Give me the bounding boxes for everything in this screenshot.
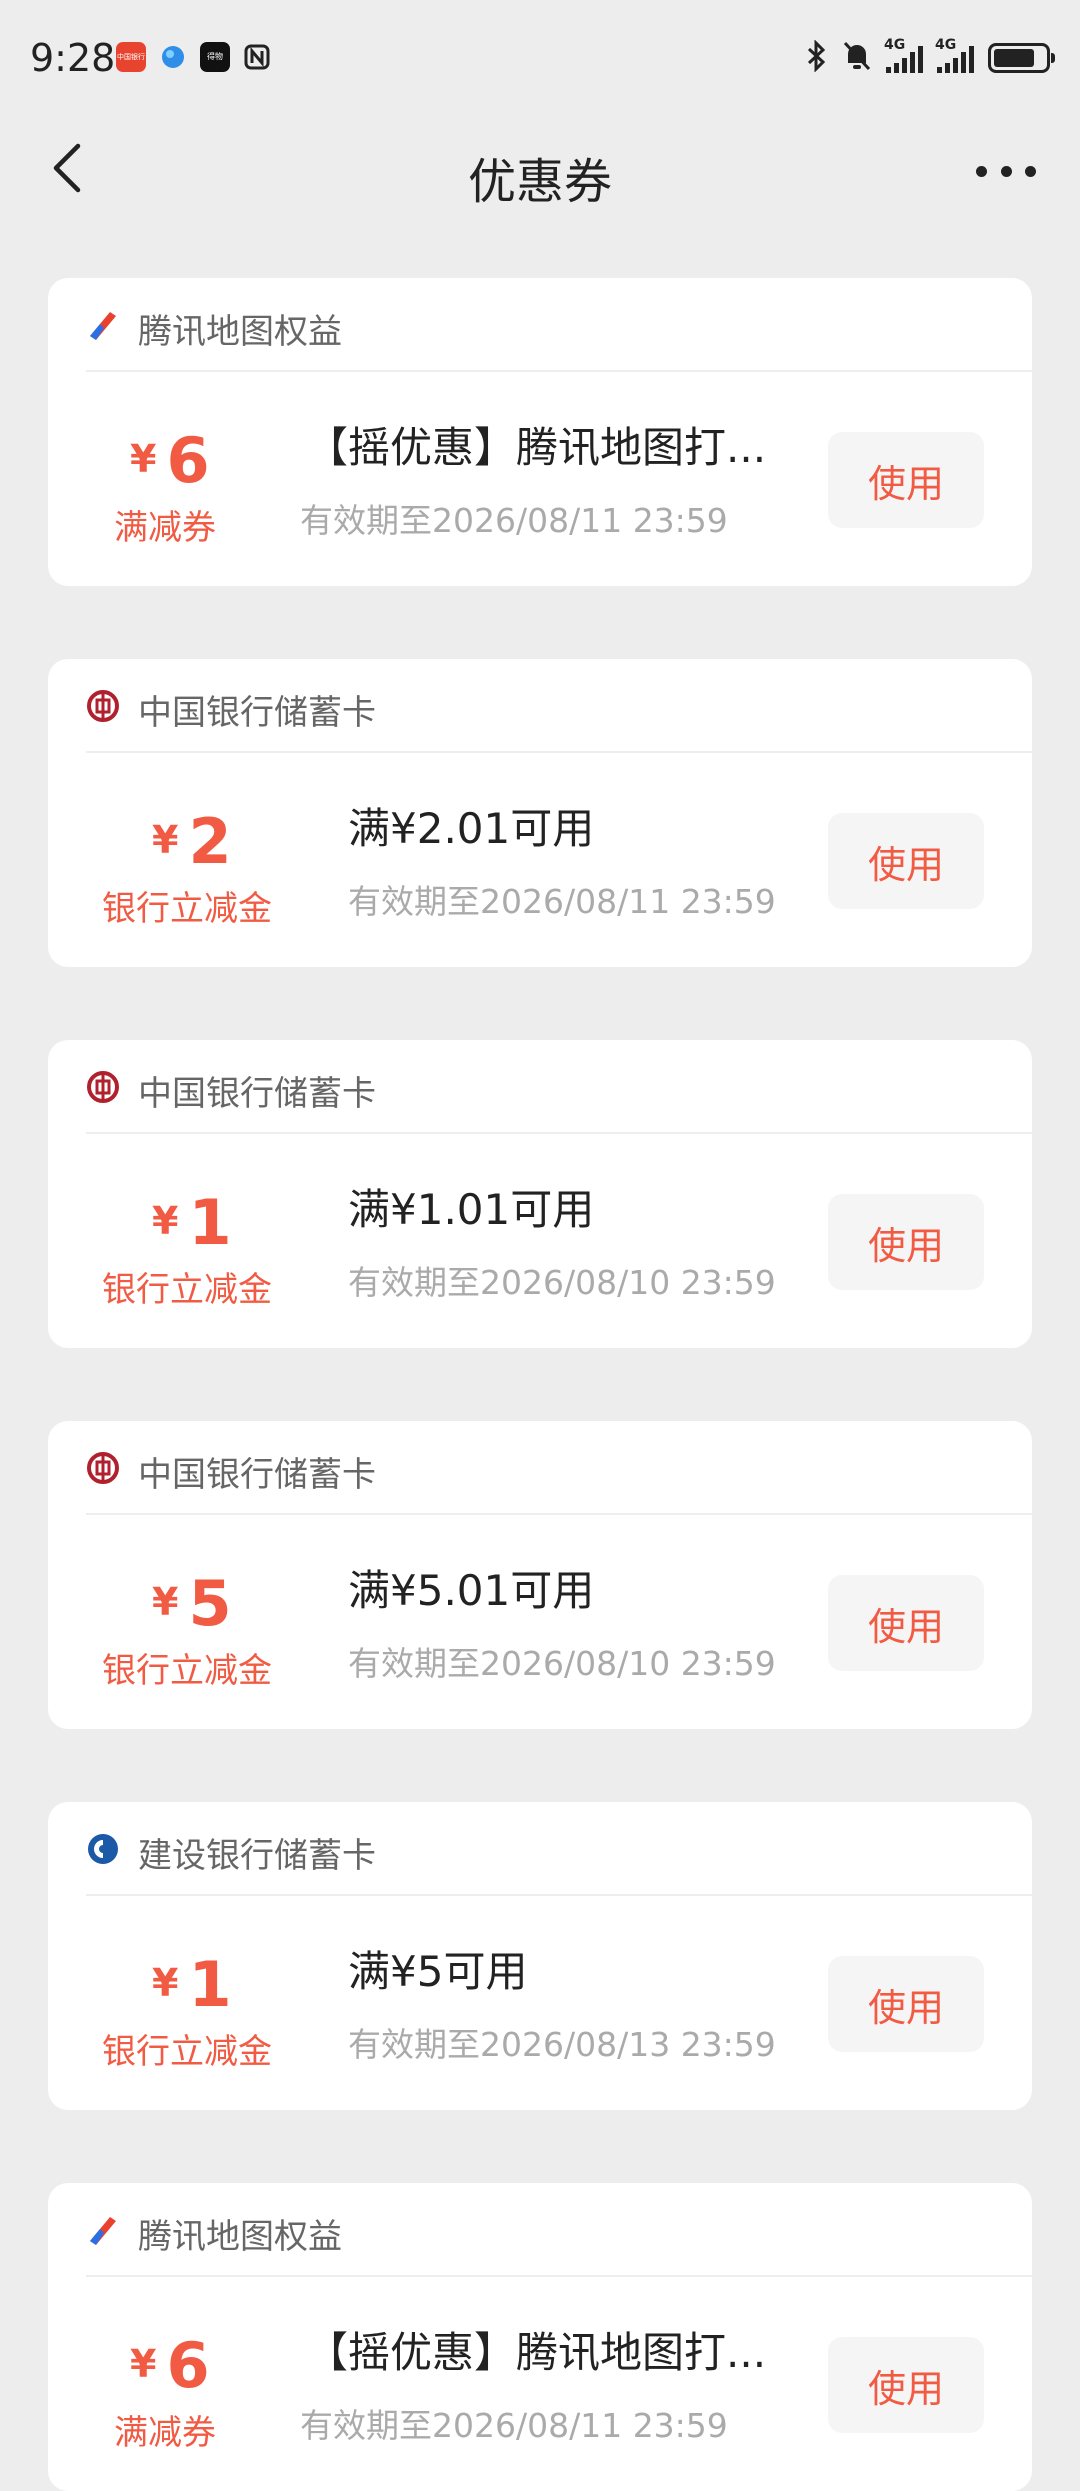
- coupon-amount: ¥6: [130, 2329, 210, 2402]
- coupon-card-header: 腾讯地图权益: [48, 2183, 1032, 2275]
- status-indicators: 4G 4G: [806, 37, 1055, 76]
- coupon-card[interactable]: 腾讯地图权益 ¥6 满减券 【摇优惠】腾讯地图打... 有效期至2026/08/…: [48, 2183, 1032, 2491]
- browser-icon: [158, 42, 188, 72]
- coupon-card-header: 腾讯地图权益: [48, 278, 1032, 370]
- coupon-title: 满¥1.01可用: [348, 1185, 595, 1234]
- divider: [86, 1513, 1032, 1515]
- bank-of-china-icon: [87, 1071, 119, 1103]
- coupon-title: 【摇优惠】腾讯地图打...: [306, 423, 767, 472]
- mute-bell-icon: [842, 40, 872, 76]
- coupon-expiry: 有效期至2026/08/11 23:59: [300, 501, 728, 540]
- use-button[interactable]: 使用: [828, 2337, 984, 2433]
- divider: [86, 751, 1032, 753]
- coupon-card[interactable]: 中国银行储蓄卡 ¥2 银行立减金 满¥2.01可用 有效期至2026/08/11…: [48, 659, 1032, 967]
- signal-icon: 4G: [935, 37, 974, 73]
- coupon-card[interactable]: 中国银行储蓄卡 ¥1 银行立减金 满¥1.01可用 有效期至2026/08/10…: [48, 1040, 1032, 1348]
- coupon-card[interactable]: 建设银行储蓄卡 ¥1 银行立减金 满¥5可用 有效期至2026/08/13 23…: [48, 1802, 1032, 2110]
- signal-icon: 4G: [884, 37, 923, 73]
- status-app-icons: 中国银行 得物: [116, 42, 272, 72]
- coupon-title: 满¥5.01可用: [348, 1566, 595, 1615]
- coupon-type: 满减券: [114, 508, 216, 548]
- use-button[interactable]: 使用: [828, 813, 984, 909]
- coupon-expiry: 有效期至2026/08/10 23:59: [348, 1263, 776, 1302]
- coupon-type: 银行立减金: [102, 1270, 272, 1310]
- merchant-name: 建设银行储蓄卡: [138, 1836, 376, 1876]
- merchant-name: 腾讯地图权益: [138, 2217, 342, 2257]
- divider: [86, 1132, 1032, 1134]
- coupon-card[interactable]: 腾讯地图权益 ¥6 满减券 【摇优惠】腾讯地图打... 有效期至2026/08/…: [48, 278, 1032, 586]
- coupon-expiry: 有效期至2026/08/11 23:59: [348, 882, 776, 921]
- coupon-card[interactable]: 中国银行储蓄卡 ¥5 银行立减金 满¥5.01可用 有效期至2026/08/10…: [48, 1421, 1032, 1729]
- page-title: 优惠券: [467, 154, 612, 210]
- coupon-expiry: 有效期至2026/08/10 23:59: [348, 1644, 776, 1683]
- more-dots-icon: [976, 165, 987, 177]
- use-button[interactable]: 使用: [828, 1194, 984, 1290]
- bank-app-icon: 中国银行: [116, 42, 146, 72]
- ccb-icon: [88, 1834, 118, 1864]
- merchant-name: 中国银行储蓄卡: [138, 693, 376, 733]
- use-button[interactable]: 使用: [828, 432, 984, 528]
- coupon-amount: ¥1: [152, 1948, 232, 2021]
- coupon-type: 银行立减金: [102, 1651, 272, 1691]
- coupon-amount: ¥1: [152, 1186, 232, 1259]
- coupon-title: 满¥2.01可用: [348, 804, 595, 853]
- coupon-title: 【摇优惠】腾讯地图打...: [306, 2328, 767, 2377]
- bank-of-china-icon: [87, 690, 119, 722]
- top-nav-bar: 优惠券: [0, 118, 1080, 228]
- coupon-amount: ¥2: [152, 805, 232, 878]
- use-button[interactable]: 使用: [828, 1956, 984, 2052]
- tencent-map-icon: [87, 309, 119, 341]
- coupon-card-header: 中国银行储蓄卡: [48, 659, 1032, 751]
- nfc-icon: [242, 42, 272, 72]
- coupon-title: 满¥5可用: [348, 1947, 528, 1996]
- coupon-type: 满减券: [114, 2413, 216, 2453]
- coupon-amount: ¥5: [152, 1567, 232, 1640]
- coupon-type: 银行立减金: [102, 889, 272, 929]
- merchant-name: 腾讯地图权益: [138, 312, 342, 352]
- coupon-type: 银行立减金: [102, 2032, 272, 2072]
- app-icon: 得物: [200, 42, 230, 72]
- status-bar: 9:28 中国银行 得物 4G 4G: [0, 0, 1080, 118]
- status-time: 9:28: [30, 36, 116, 80]
- battery-icon: [988, 43, 1055, 73]
- coupon-card-header: 建设银行储蓄卡: [48, 1802, 1032, 1894]
- divider: [86, 1894, 1032, 1896]
- coupon-card-header: 中国银行储蓄卡: [48, 1040, 1032, 1132]
- divider: [86, 2275, 1032, 2277]
- use-button[interactable]: 使用: [828, 1575, 984, 1671]
- bank-of-china-icon: [87, 1452, 119, 1484]
- bluetooth-icon: [806, 39, 828, 76]
- merchant-name: 中国银行储蓄卡: [138, 1455, 376, 1495]
- coupon-expiry: 有效期至2026/08/13 23:59: [348, 2025, 776, 2064]
- divider: [86, 370, 1032, 372]
- coupon-expiry: 有效期至2026/08/11 23:59: [300, 2406, 728, 2445]
- tencent-map-icon: [87, 2214, 119, 2246]
- coupon-amount: ¥6: [130, 424, 210, 497]
- merchant-name: 中国银行储蓄卡: [138, 1074, 376, 1114]
- coupon-card-header: 中国银行储蓄卡: [48, 1421, 1032, 1513]
- more-button[interactable]: [976, 156, 1036, 186]
